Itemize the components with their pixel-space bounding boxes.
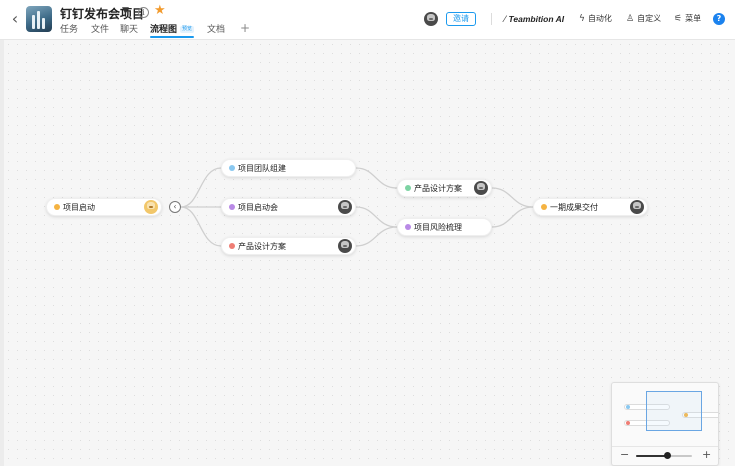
avatar[interactable] xyxy=(424,12,438,26)
tab-chat[interactable]: 聊天 xyxy=(120,22,138,40)
lightning-icon: ϟ xyxy=(579,14,585,24)
node-label: 一期成果交付 xyxy=(550,203,598,212)
automation-button[interactable]: ϟ 自动化 xyxy=(579,13,612,25)
customize-label: 自定义 xyxy=(637,14,662,23)
customize-button[interactable]: ♙ 自定义 xyxy=(626,13,661,25)
chevron-down-icon[interactable]: ▼ xyxy=(122,6,129,16)
avatar xyxy=(338,239,352,253)
zoom-slider-handle[interactable] xyxy=(664,452,671,459)
status-dot xyxy=(229,243,235,249)
status-dot xyxy=(541,204,547,210)
divider xyxy=(612,446,718,447)
avatar xyxy=(474,181,488,195)
flow-node-team[interactable]: 项目团队组建 xyxy=(221,159,356,177)
star-icon[interactable]: ★ xyxy=(154,4,166,18)
tab-flowchart[interactable]: 流程图 预览 xyxy=(150,22,195,40)
tab-docs[interactable]: 文档 xyxy=(207,22,225,40)
minimap[interactable]: − + xyxy=(611,382,719,466)
invite-button[interactable]: 邀请 xyxy=(446,12,476,26)
project-title[interactable]: 钉钉发布会项目 xyxy=(60,5,144,22)
status-dot xyxy=(229,165,235,171)
preview-badge: 预览 xyxy=(180,26,195,33)
tab-flowchart-label: 流程图 xyxy=(150,25,178,35)
minimap-dot xyxy=(626,421,630,425)
tab-tasks[interactable]: 任务 xyxy=(60,22,78,40)
divider xyxy=(491,13,492,25)
tab-files[interactable]: 文件 xyxy=(91,22,109,40)
minimap-dot xyxy=(626,405,630,409)
node-label: 项目风险梳理 xyxy=(414,223,462,232)
minimap-viewport[interactable] xyxy=(646,391,702,431)
flow-node-kickoff[interactable]: 项目启动会 xyxy=(221,198,356,216)
node-label: 项目启动 xyxy=(63,203,95,212)
flow-node-risk[interactable]: 项目风险梳理 xyxy=(397,218,492,236)
menu-label: 菜单 xyxy=(685,14,702,23)
avatar xyxy=(144,200,158,214)
node-label: 项目启动会 xyxy=(238,203,278,212)
zoom-out-button[interactable]: − xyxy=(620,449,629,461)
avatar xyxy=(630,200,644,214)
flow-node-design2[interactable]: 产品设计方案 xyxy=(397,179,492,197)
flow-node-deliver[interactable]: 一期成果交付 xyxy=(533,198,648,216)
status-dot xyxy=(405,185,411,191)
node-label: 产品设计方案 xyxy=(238,242,286,251)
flask-icon: ♙ xyxy=(626,14,635,24)
top-bar: ‹ 钉钉发布会项目 ▼ i ★ 任务 文件 聊天 流程图 预览 文档 + 邀请 ⁄… xyxy=(0,0,735,40)
zoom-slider-fill xyxy=(636,455,667,457)
project-avatar[interactable] xyxy=(26,6,52,32)
zoom-in-button[interactable]: + xyxy=(702,449,711,461)
help-icon[interactable]: ? xyxy=(713,13,725,25)
automation-label: 自动化 xyxy=(587,14,612,23)
status-dot xyxy=(229,204,235,210)
teambition-ai-label: Teambition AI xyxy=(508,14,565,24)
node-label: 项目团队组建 xyxy=(238,164,286,173)
info-icon[interactable]: i xyxy=(138,7,149,18)
menu-sliders-icon: ⚟ xyxy=(674,14,683,24)
node-label: 产品设计方案 xyxy=(414,184,462,193)
collapse-icon[interactable]: ‹ xyxy=(169,201,181,213)
status-dot xyxy=(54,204,60,210)
avatar xyxy=(338,200,352,214)
menu-button[interactable]: ⚟ 菜单 xyxy=(674,13,701,25)
teambition-ai-button[interactable]: ⁄ Teambition AI xyxy=(504,13,564,26)
ai-spark-icon: ⁄ xyxy=(504,15,506,25)
flow-node-design1[interactable]: 产品设计方案 xyxy=(221,237,356,255)
flow-node-start[interactable]: 项目启动 xyxy=(46,198,162,216)
back-icon[interactable]: ‹ xyxy=(8,11,22,27)
status-dot xyxy=(405,224,411,230)
add-tab-button[interactable]: + xyxy=(240,22,250,34)
